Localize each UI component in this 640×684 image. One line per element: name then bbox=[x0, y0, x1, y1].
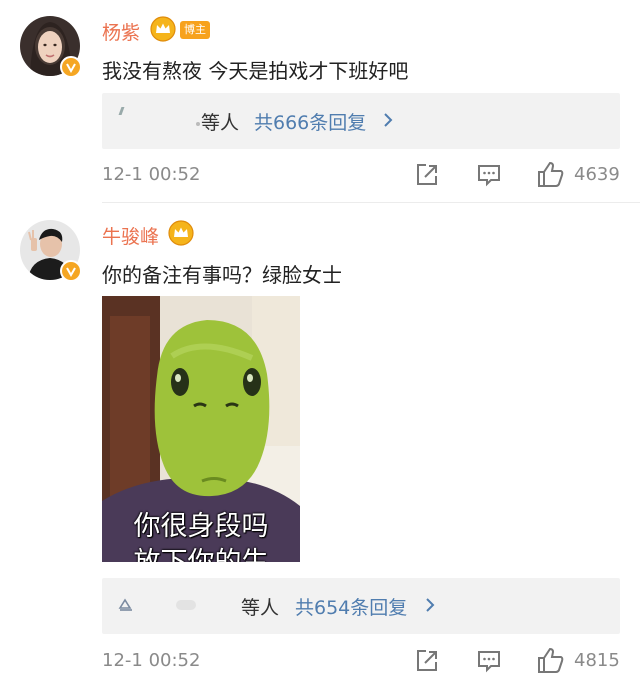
avatar[interactable] bbox=[20, 220, 82, 282]
comment-text: 你的备注有事吗？绿脸女士 bbox=[102, 263, 342, 287]
username[interactable]: 牛骏峰 bbox=[102, 222, 159, 249]
reply-avatar-icon bbox=[118, 598, 132, 611]
share-icon[interactable] bbox=[414, 648, 440, 674]
verified-badge-icon bbox=[60, 260, 82, 282]
comment-item: 牛骏峰 你的备注有事吗？绿脸女士 你很身段吗 放下你的生 bbox=[0, 0, 640, 684]
reply-username-blur bbox=[176, 600, 196, 610]
like-count: 4815 bbox=[574, 650, 620, 671]
crown-icon bbox=[168, 220, 194, 246]
meme-caption-line: 你很身段吗 bbox=[133, 511, 269, 542]
meme-image[interactable]: 你很身段吗 放下你的生 bbox=[102, 296, 300, 562]
chevron-right-icon bbox=[426, 598, 435, 612]
reply-users: 等人 bbox=[241, 597, 280, 619]
timestamp: 12-1 00:52 bbox=[102, 650, 201, 671]
like-icon[interactable] bbox=[537, 646, 565, 674]
reply-count-link[interactable]: 共654条回复 bbox=[295, 593, 407, 620]
replies-box[interactable]: 等人 共654条回复 bbox=[102, 578, 620, 634]
meme-caption-line: 放下你的生 bbox=[102, 540, 300, 562]
comment-icon[interactable] bbox=[476, 648, 502, 674]
